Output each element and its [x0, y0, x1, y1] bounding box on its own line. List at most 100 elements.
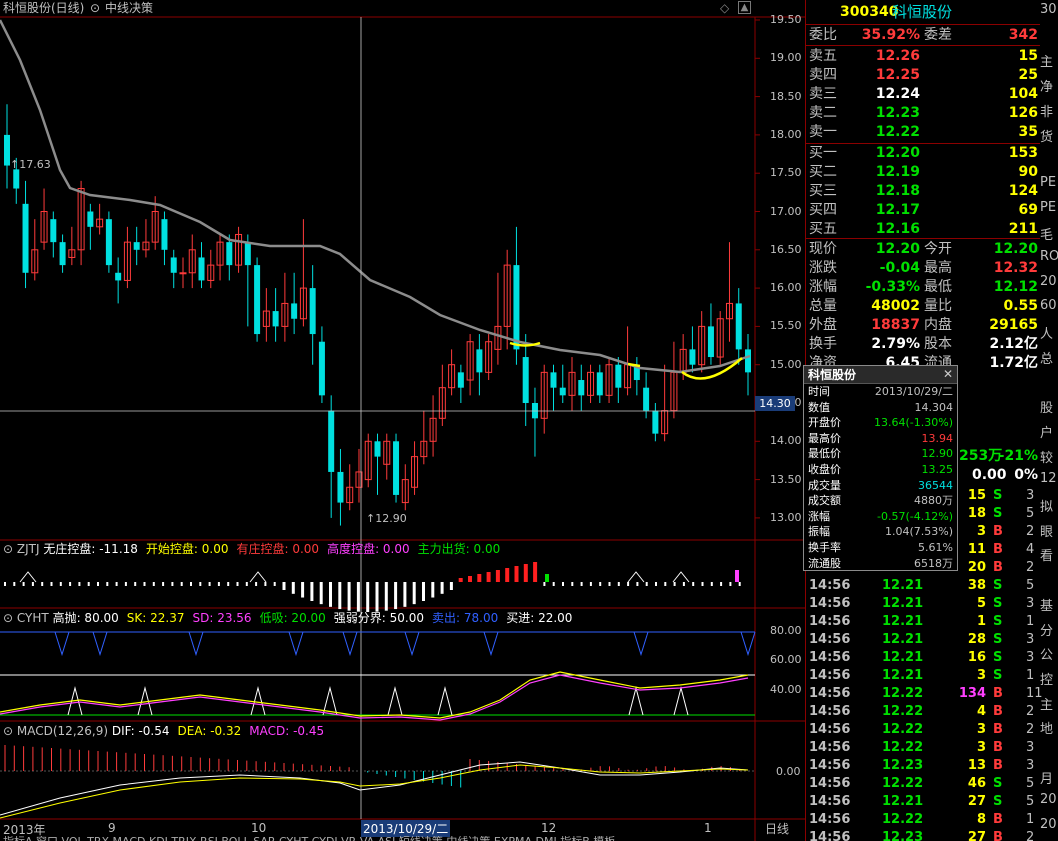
cyht-axis-40: 40.00 [770, 683, 802, 696]
cyht-item: SD: 23.56 [192, 611, 252, 625]
circle-chevron-icon[interactable]: ⊙ [90, 0, 102, 17]
tooltip-label: 最高价 [808, 431, 841, 445]
tick-direction: B [993, 686, 1003, 701]
book-volume: 25 [1018, 67, 1038, 83]
period-label[interactable]: 日线 [765, 820, 789, 837]
zjtj-bar [310, 582, 314, 601]
book-row: 卖一 12.22 35 [806, 123, 1040, 142]
tick-row[interactable]: 14:56 12.21 3 S 1 [806, 667, 1040, 685]
indicator-mode[interactable]: 中线决策 [105, 0, 153, 17]
book-label: 卖五 [809, 48, 837, 64]
cyht-buy-marker [628, 686, 644, 716]
book-label: 买四 [809, 202, 837, 218]
price-axis-label: 18.50 [770, 89, 802, 103]
tooltip-row: 开盘价 13.64(-1.30%) [804, 415, 957, 431]
stock-terminal-window: { "header":{"stock_name":"科恒股份(日线)","mod… [0, 0, 1058, 841]
book-price: 12.24 [875, 86, 920, 102]
data-tooltip-window[interactable]: 科恒股份 ✕ 时间 2013/10/29/二 数值 14.304 开盘价 13.64(-1… [803, 365, 958, 571]
tick-row[interactable]: 14:56 12.23 13 B 3 [806, 757, 1040, 775]
tick-row[interactable]: 14:56 12.21 16 S 3 [806, 649, 1040, 667]
tooltip-label: 涨幅 [808, 509, 830, 523]
zjtj-bar [655, 582, 657, 586]
tick-time: 14:56 [809, 704, 851, 719]
book-label: 买二 [809, 164, 837, 180]
candle-body [115, 272, 122, 281]
book-label: 买五 [809, 221, 837, 237]
zjtj-bar [124, 582, 127, 586]
candle-body [735, 303, 742, 350]
collapse-circle-icon[interactable]: ⊙ [3, 542, 13, 556]
zjtj-bar [523, 564, 528, 582]
tick-row[interactable]: 14:56 12.22 4 B 2 [806, 703, 1040, 721]
tick-row[interactable]: 14:56 12.22 8 B 1 [806, 811, 1040, 829]
tick-time: 14:56 [809, 722, 851, 737]
tick-row[interactable]: 14:56 12.22 46 S 5 [806, 775, 1040, 793]
zjtj-bar [106, 582, 109, 586]
zjtj-title: ⊙ ZJTJ 无庄控盘: -11.18 开始控盘: 0.00 有庄控盘: 0.00 高… [3, 541, 508, 558]
candle-body [615, 364, 622, 388]
book-row: 买四 12.17 69 [806, 201, 1040, 220]
zjtj-bar [617, 582, 620, 586]
tick-row[interactable]: 14:56 12.21 28 S 3 [806, 631, 1040, 649]
tick-count: 2 [1026, 722, 1035, 737]
cyht-axis-60: 60.00 [770, 653, 802, 666]
zjtj-bar [208, 582, 211, 586]
close-icon[interactable]: ✕ [943, 367, 953, 381]
cyht-item: 高抛: 80.00 [52, 611, 119, 625]
tooltip-label: 成交量 [808, 478, 841, 492]
zjtj-bar [738, 582, 741, 586]
zjtj-bar [431, 582, 435, 598]
book-label: 买三 [809, 183, 837, 199]
tick-row[interactable]: 14:56 12.22 3 B 3 [806, 739, 1040, 757]
tick-direction: S [993, 614, 1003, 629]
tick-row[interactable]: 14:56 12.21 27 S 5 [806, 793, 1040, 811]
tooltip-value: 36544 [918, 478, 953, 492]
tooltip-row: 换手率 5.61% [804, 540, 957, 556]
candle-body [226, 242, 233, 266]
collapse-circle-icon[interactable]: ⊙ [3, 611, 13, 625]
far-right-label: 眼 [1040, 524, 1054, 540]
tick-row[interactable]: 14:56 12.21 1 S 1 [806, 613, 1040, 631]
far-right-label: 货 [1040, 129, 1054, 145]
tick-direction: B [993, 542, 1003, 557]
tooltip-row: 成交量 36544 [804, 478, 957, 494]
tick-count: 5 [1026, 578, 1035, 593]
tick-price: 12.21 [882, 650, 924, 665]
book-row: 卖二 12.23 126 [806, 104, 1040, 123]
tick-row[interactable]: 14:56 12.22 134 B 11 [806, 685, 1043, 703]
tick-direction: S [993, 668, 1003, 683]
tick-volume: 27 [967, 794, 986, 809]
zjtj-bar [701, 582, 704, 586]
collapse-icon[interactable]: ▲ [738, 1, 751, 14]
stat-label: 总量 [809, 298, 837, 314]
diamond-icon[interactable]: ◇ [720, 0, 729, 17]
zjtj-item: 无庄控盘: -11.18 [43, 542, 138, 556]
tick-count: 3 [1026, 488, 1035, 503]
tick-direction: B [993, 560, 1003, 575]
zjtj-marker [672, 571, 690, 583]
tooltip-label: 收盘价 [808, 462, 841, 476]
price-axis-label: 17.50 [770, 166, 802, 180]
tick-price: 12.22 [882, 686, 924, 701]
candle-body [318, 341, 325, 396]
collapse-circle-icon[interactable]: ⊙ [3, 724, 13, 738]
zjtj-bar [627, 582, 630, 586]
kline-chart[interactable] [0, 0, 806, 841]
price-axis-label: 19.00 [770, 51, 802, 65]
tick-count: 4 [1026, 542, 1035, 557]
tick-row[interactable]: 14:56 12.23 27 B 2 [806, 829, 1040, 841]
tick-direction: S [993, 650, 1003, 665]
macd-item: MACD: -0.45 [249, 724, 325, 738]
cyht-sell-marker [188, 631, 204, 657]
indicator-tab-bar[interactable]: 指标A 窗口 VOL TRX MACD KDJ TRIX RSI BOLL SA… [3, 836, 803, 841]
far-right-label: 较 [1040, 450, 1054, 466]
book-row: 买五 12.16 211 [806, 220, 1040, 239]
tick-row[interactable]: 14:56 12.21 38 S 5 [806, 577, 1040, 595]
tooltip-label: 数值 [808, 400, 830, 414]
tick-row[interactable]: 14:56 12.22 3 B 2 [806, 721, 1040, 739]
stat-value: -0.33% [865, 279, 920, 295]
book-row: 买二 12.19 90 [806, 163, 1040, 182]
tooltip-value: 13.25 [921, 462, 954, 476]
candle-body [244, 242, 251, 266]
tick-row[interactable]: 14:56 12.21 5 S 3 [806, 595, 1040, 613]
